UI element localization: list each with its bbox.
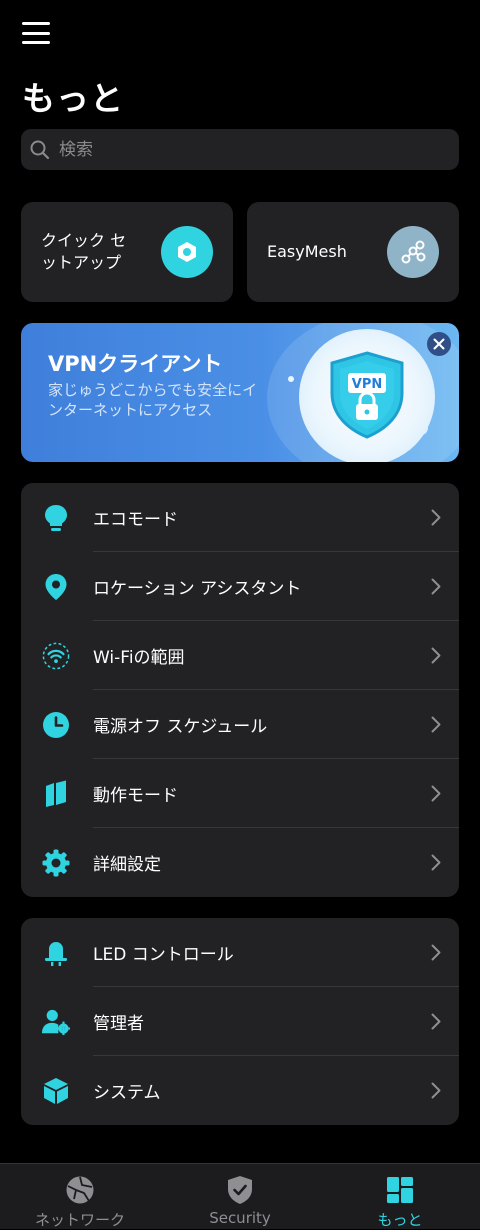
list-item-label: 電源オフ スケジュール [93,717,268,737]
network-globe-icon [64,1174,96,1206]
more-grid-icon [384,1174,416,1206]
settings-list-main: エコモード ロケーション アシスタント Wi-Fiの範囲 電源オフ スケジュール… [21,483,459,897]
lightbulb-icon [42,504,70,532]
chevron-right-icon [431,785,441,802]
quick-setup-card[interactable]: クイック セットアップ [21,202,233,302]
settings-list-system: LED コントロール 管理者 システム [21,918,459,1125]
hamburger-line [22,31,50,35]
mode-icon [42,780,70,808]
chevron-right-icon [431,578,441,595]
tab-security[interactable]: Security [160,1164,320,1229]
list-item-label: システム [93,1083,161,1103]
list-item-label: LED コントロール [93,945,234,965]
chevron-right-icon [431,1082,441,1099]
shield-check-icon [224,1174,256,1206]
quick-setup-label: クイック セットアップ [41,231,127,272]
hamburger-line [22,41,50,44]
bottom-tab-bar: ネットワーク Security もっと [0,1163,480,1229]
easymesh-card[interactable]: EasyMesh [247,202,459,302]
tab-label: もっと [377,1211,423,1229]
list-item-eco-mode[interactable]: エコモード [21,483,459,552]
list-item-label: 動作モード [93,786,178,806]
search-icon [30,140,50,159]
list-item-label: エコモード [93,510,178,530]
chevron-right-icon [431,647,441,664]
search-input[interactable] [57,138,441,161]
list-item-system[interactable]: システム [21,1056,459,1125]
tab-more[interactable]: もっと [320,1164,480,1229]
list-item-administrator[interactable]: 管理者 [21,987,459,1056]
chevron-right-icon [431,944,441,961]
vpn-badge-text: VPN [352,377,382,392]
decor-dot [288,376,294,382]
tab-network[interactable]: ネットワーク [0,1164,160,1229]
chevron-right-icon [431,716,441,733]
list-item-label: 管理者 [93,1014,144,1034]
tab-label: Security [209,1209,271,1227]
vpn-shield-icon: VPN [330,351,404,439]
banner-close-button[interactable] [427,332,451,356]
list-item-wifi-range[interactable]: Wi-Fiの範囲 [21,621,459,690]
location-pin-icon [42,573,70,601]
system-cube-icon [42,1077,70,1105]
list-item-label: ロケーション アシスタント [93,579,302,599]
chevron-right-icon [431,509,441,526]
list-item-location-assistant[interactable]: ロケーション アシスタント [21,552,459,621]
list-item-label: Wi-Fiの範囲 [93,648,185,668]
list-item-power-off-schedule[interactable]: 電源オフ スケジュール [21,690,459,759]
menu-button[interactable] [22,20,50,46]
close-icon [433,338,445,350]
admin-icon [42,1008,70,1036]
list-item-label: 詳細設定 [93,855,161,875]
list-item-operation-mode[interactable]: 動作モード [21,759,459,828]
list-item-led-control[interactable]: LED コントロール [21,918,459,987]
gear-icon [42,849,70,877]
quick-setup-icon [161,226,213,278]
page-title: もっと [22,79,124,118]
vpn-promo-banner[interactable]: VPN VPNクライアント 家じゅうどこからでも安全にインターネットにアクセス [21,323,459,462]
vpn-banner-title: VPNクライアント [48,352,223,376]
led-icon [42,939,70,967]
chevron-right-icon [431,854,441,871]
easymesh-label: EasyMesh [267,242,347,261]
tab-label: ネットワーク [34,1211,125,1229]
mesh-icon [387,226,439,278]
list-item-advanced-settings[interactable]: 詳細設定 [21,828,459,897]
chevron-right-icon [431,1013,441,1030]
wifi-range-icon [42,642,70,670]
vpn-banner-description: 家じゅうどこからでも安全にインターネットにアクセス [48,381,258,419]
search-bar[interactable] [21,129,459,170]
hamburger-line [22,22,50,25]
clock-icon [42,711,70,739]
